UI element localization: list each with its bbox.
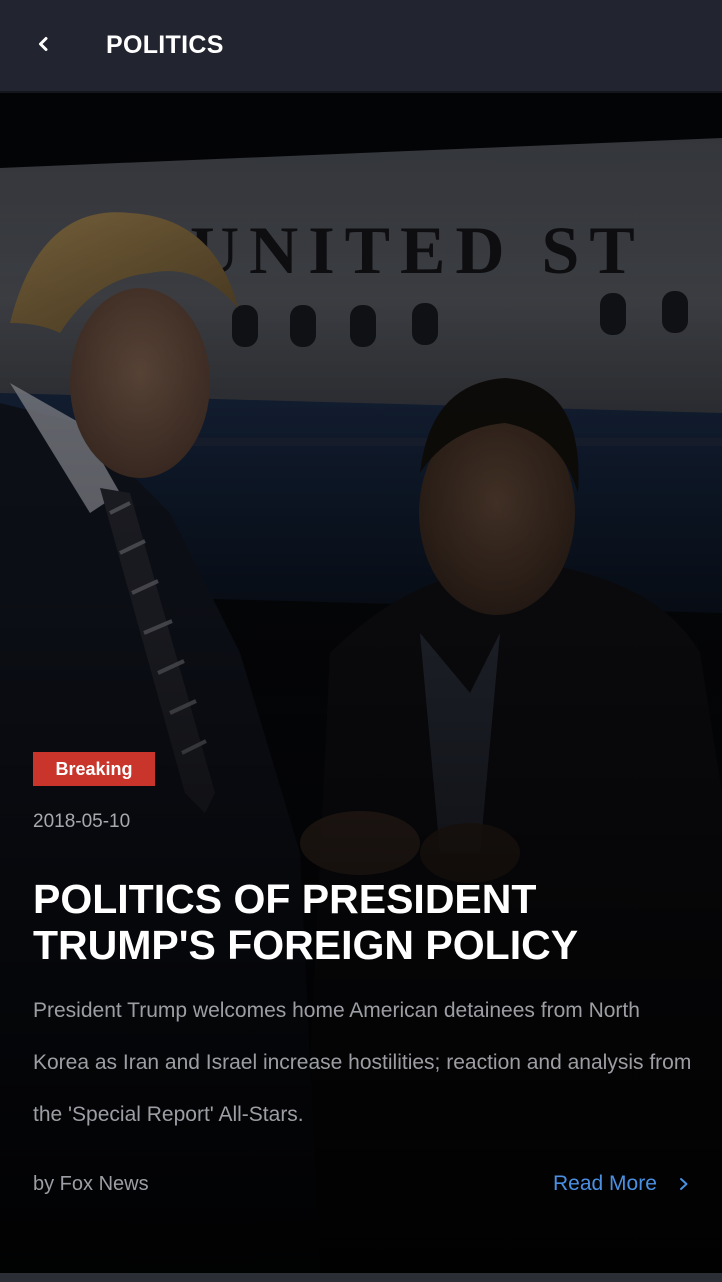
chevron-right-icon bbox=[679, 1177, 689, 1191]
article-date: 2018-05-10 bbox=[33, 811, 131, 832]
article-author: by Fox News bbox=[33, 1173, 149, 1195]
breaking-badge: Breaking bbox=[33, 752, 155, 786]
article-title[interactable]: POLITICS OF PRESIDENT TRUMP'S FOREIGN PO… bbox=[33, 876, 673, 968]
read-more-label: Read More bbox=[553, 1172, 657, 1195]
read-more-link[interactable]: Read More bbox=[553, 1169, 689, 1199]
back-button[interactable] bbox=[22, 22, 66, 66]
article-summary: President Trump welcomes home American d… bbox=[33, 999, 692, 1126]
article-screen: POLITICS Breaking 2018-05-10 POLITICS OF… bbox=[0, 0, 722, 1282]
chevron-left-icon bbox=[36, 36, 52, 52]
bottom-bar bbox=[0, 1273, 722, 1282]
page-title: POLITICS bbox=[106, 31, 224, 59]
app-header: POLITICS bbox=[0, 0, 722, 93]
